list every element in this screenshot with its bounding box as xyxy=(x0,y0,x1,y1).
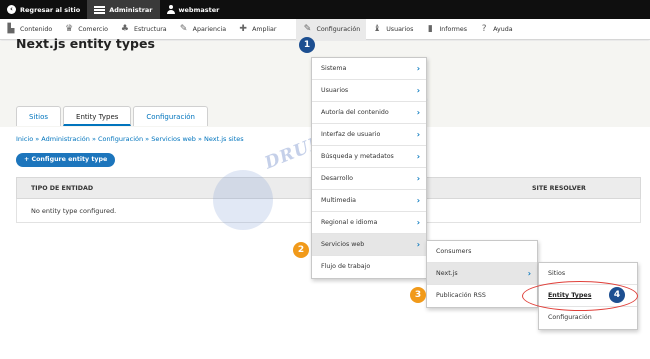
empty-message: No entity type configured. xyxy=(31,207,117,215)
chevron-right-icon: › xyxy=(416,196,420,205)
commerce-icon: ♛ xyxy=(65,24,74,34)
watermark-logo-icon xyxy=(213,170,273,230)
tray-label: Estructura xyxy=(133,25,167,33)
tray-label: Configuración xyxy=(316,25,361,33)
menu-item-label: Consumers xyxy=(436,248,472,255)
back-arrow-icon: ‹ xyxy=(7,5,16,14)
menu-item-label: Servicios web xyxy=(321,241,365,248)
menu-item-label: Sitios xyxy=(548,270,566,277)
servicios-web-submenu: Consumers Next.js › Publicación RSS xyxy=(426,240,538,308)
menu-item-label: Multimedia xyxy=(321,197,357,204)
menu-item-label: Interfaz de usuario xyxy=(321,131,381,138)
structure-icon: ♣ xyxy=(120,24,129,34)
puzzle-icon: ✚ xyxy=(239,24,247,34)
hamburger-icon xyxy=(94,5,106,14)
bars-icon: ▮ xyxy=(427,24,433,34)
menu-item-label: Next.js xyxy=(436,270,458,277)
menu-item-regional[interactable]: Regional e idioma › xyxy=(312,212,426,234)
back-to-site-link[interactable]: ‹ Regresar al sitio xyxy=(0,0,87,19)
tray-item-ampliar[interactable]: ✚ Ampliar xyxy=(232,19,282,40)
tray-label: Ampliar xyxy=(252,25,277,33)
tray-item-usuarios[interactable]: ♝ Usuarios xyxy=(366,19,419,40)
chevron-right-icon: › xyxy=(416,108,420,117)
menu-item-sistema[interactable]: Sistema › xyxy=(312,58,426,80)
menu-item-label: Flujo de trabajo xyxy=(321,263,371,270)
tray-label: Usuarios xyxy=(386,25,414,33)
column-header-resolver: SITE RESOLVER xyxy=(532,185,586,192)
tab-sitios[interactable]: Sitios xyxy=(16,106,62,126)
menu-item-busqueda[interactable]: Búsqueda y metadatos › xyxy=(312,146,426,168)
chevron-right-icon: › xyxy=(416,174,420,183)
chevron-right-icon: › xyxy=(416,86,420,95)
user-menu[interactable]: webmaster xyxy=(160,0,227,19)
configuracion-dropdown: Sistema › Usuarios › Autoría del contenido… xyxy=(311,57,427,279)
step-marker-3: 3 xyxy=(410,287,426,303)
tray-label: Apariencia xyxy=(192,25,227,33)
menu-item-label: Desarrollo xyxy=(321,175,353,182)
tray-item-informes[interactable]: ▮ Informes xyxy=(419,19,473,40)
chevron-right-icon: › xyxy=(416,240,420,249)
breadcrumb[interactable]: Inicio » Administración » Configuración … xyxy=(16,135,244,143)
menu-item-multimedia[interactable]: Multimedia › xyxy=(312,190,426,212)
tray-label: Ayuda xyxy=(493,25,513,33)
step-marker-1: 1 xyxy=(299,37,315,53)
file-icon: ▙ xyxy=(7,24,15,34)
chevron-right-icon: › xyxy=(416,218,420,227)
menu-item-servicios-web[interactable]: Servicios web › xyxy=(312,234,426,256)
menu-item-label: Autoría del contenido xyxy=(321,109,389,116)
menu-item-desarrollo[interactable]: Desarrollo › xyxy=(312,168,426,190)
primary-tabs: Sitios Entity Types Configuración xyxy=(16,106,210,126)
tab-entity-types[interactable]: Entity Types xyxy=(63,106,132,126)
manage-toggle[interactable]: Administrar xyxy=(87,0,160,19)
configure-entity-type-button[interactable]: + Configure entity type xyxy=(16,153,116,167)
chevron-right-icon: › xyxy=(416,152,420,161)
chevron-right-icon: › xyxy=(527,269,531,278)
menu-item-label: Regional e idioma xyxy=(321,219,378,226)
page-title: Next.js entity types xyxy=(16,36,155,51)
people-icon: ♝ xyxy=(373,24,382,34)
menu-item-flujo-trabajo[interactable]: Flujo de trabajo xyxy=(312,256,426,278)
step-marker-2: 2 xyxy=(293,242,309,258)
menu-item-autoria[interactable]: Autoría del contenido › xyxy=(312,102,426,124)
back-to-site-label: Regresar al sitio xyxy=(20,5,81,14)
user-icon xyxy=(166,5,175,14)
menu-item-label: Búsqueda y metadatos xyxy=(321,153,394,160)
tray-label: Comercio xyxy=(78,25,108,33)
menu-item-interfaz[interactable]: Interfaz de usuario › xyxy=(312,124,426,146)
menu-item-usuarios[interactable]: Usuarios › xyxy=(312,80,426,102)
help-icon: ? xyxy=(481,24,487,34)
chevron-right-icon: › xyxy=(416,64,420,73)
tray-label: Contenido xyxy=(20,25,53,33)
column-header-entity: TIPO DE ENTIDAD xyxy=(31,185,94,192)
tray-item-apariencia[interactable]: ✎ Apariencia xyxy=(173,19,232,40)
menu-item-consumers[interactable]: Consumers xyxy=(427,241,537,263)
manage-label: Administrar xyxy=(109,5,153,14)
admin-toolbar: ‹ Regresar al sitio Administrar webmaste… xyxy=(0,0,650,19)
tab-configuracion[interactable]: Configuración xyxy=(133,106,208,126)
menu-item-label: Usuarios xyxy=(321,87,349,94)
menu-item-label: Publicación RSS xyxy=(436,292,486,299)
step-marker-4: 4 xyxy=(609,287,625,303)
tray-item-ayuda[interactable]: ? Ayuda xyxy=(473,19,518,40)
wrench-icon: ✎ xyxy=(303,24,312,34)
menu-item-nextjs[interactable]: Next.js › xyxy=(427,263,537,285)
tray-label: Informes xyxy=(439,25,468,33)
menu-item-publicacion-rss[interactable]: Publicación RSS xyxy=(427,285,537,307)
wrench-icon: ✎ xyxy=(179,24,188,34)
user-name: webmaster xyxy=(178,5,220,14)
chevron-right-icon: › xyxy=(416,130,420,139)
menu-item-label: Sistema xyxy=(321,65,347,72)
menu-item-label: Configuración xyxy=(548,314,592,321)
